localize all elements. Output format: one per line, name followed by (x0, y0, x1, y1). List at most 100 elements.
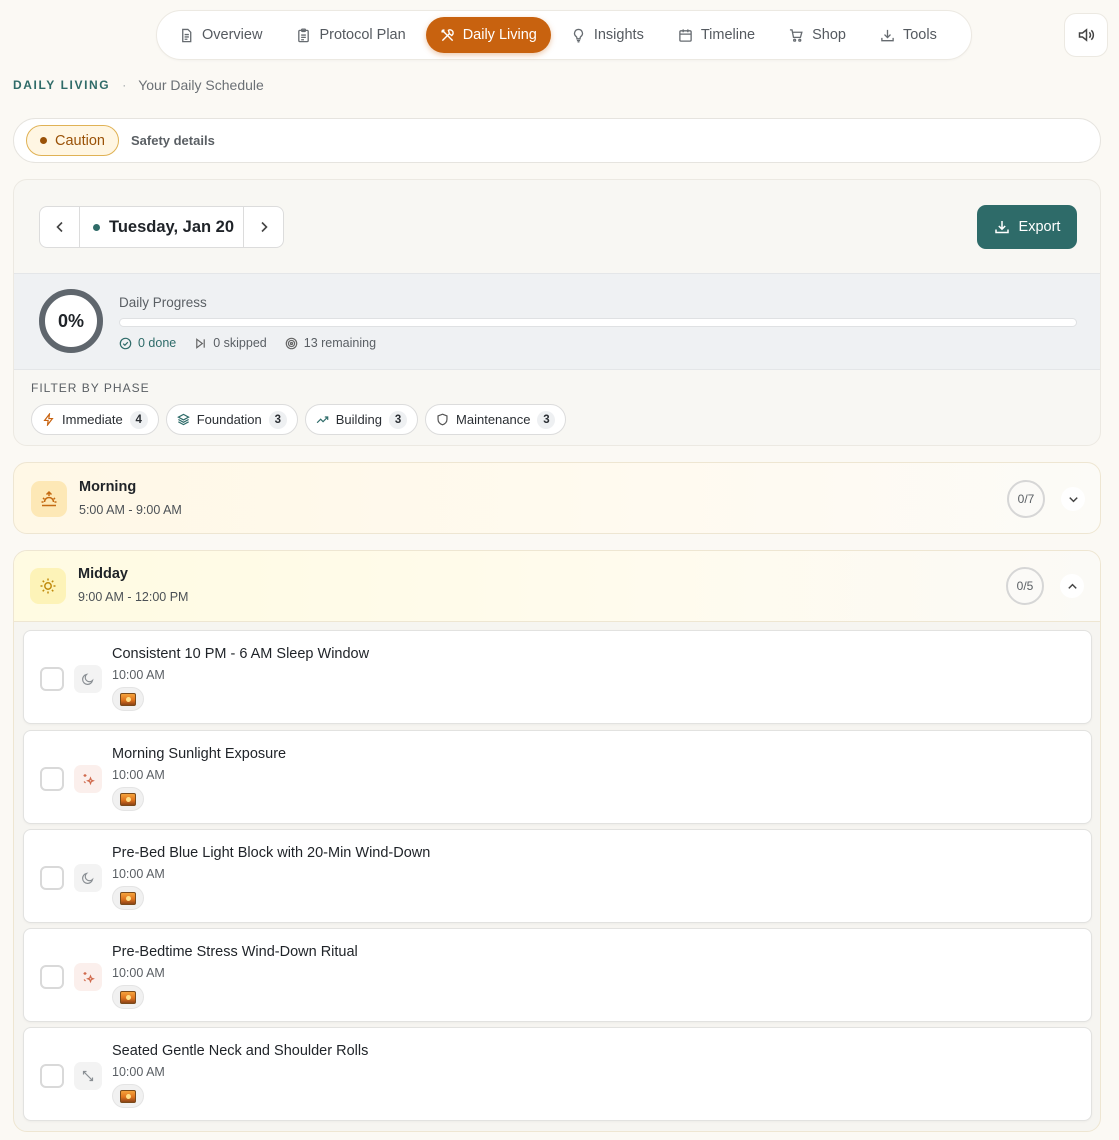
export-button[interactable]: Export (977, 205, 1077, 249)
sunset-image-icon (112, 1084, 144, 1108)
safety-bar: Caution Safety details (13, 118, 1101, 163)
chevron-left-icon (53, 220, 67, 234)
breadcrumb-section: DAILY LIVING (13, 78, 111, 92)
task-name: Consistent 10 PM - 6 AM Sleep Window (112, 646, 370, 662)
schedule-card: Tuesday, Jan 20 Export 0% Daily Progress (13, 179, 1101, 446)
tab-label: Overview (202, 27, 263, 43)
breadcrumb-separator: · (122, 78, 127, 92)
tab-label: Insights (593, 27, 644, 43)
block-time-range: 5:00 AM - 9:00 AM (79, 503, 182, 517)
phase-filter-immediate[interactable]: Immediate 4 (31, 404, 159, 435)
download-icon (994, 219, 1010, 235)
tab-tools[interactable]: Tools (866, 17, 951, 53)
stretch-icon (74, 1062, 102, 1090)
expand-morning-button[interactable] (1061, 487, 1085, 511)
moon-icon (74, 665, 102, 693)
task-name: Morning Sunlight Exposure (112, 746, 287, 762)
task-checkbox[interactable] (40, 965, 64, 989)
task-checkbox[interactable] (40, 667, 64, 691)
sparkle-icon (74, 765, 102, 793)
date-label: Tuesday, Jan 20 (109, 217, 235, 236)
current-date: Tuesday, Jan 20 (80, 218, 243, 237)
sunset-image-icon (112, 985, 144, 1009)
task-card[interactable]: Consistent 10 PM - 6 AM Sleep Window 10:… (23, 630, 1092, 724)
progress-percent: 0% (57, 310, 84, 331)
sparkle-icon (74, 963, 102, 991)
task-time: 10:00 AM (112, 668, 165, 682)
task-card[interactable]: Seated Gentle Neck and Shoulder Rolls 10… (23, 1027, 1092, 1121)
document-icon (179, 28, 194, 43)
calendar-icon (678, 28, 693, 43)
utensils-icon (440, 28, 455, 43)
chevron-up-icon (1066, 580, 1079, 593)
task-checkbox[interactable] (40, 866, 64, 890)
caution-badge[interactable]: Caution (26, 125, 119, 156)
previous-day-button[interactable] (40, 207, 80, 247)
phase-filter-foundation[interactable]: Foundation 3 (165, 404, 298, 435)
time-block-morning[interactable]: Morning 5:00 AM - 9:00 AM 0/7 (13, 462, 1101, 534)
phase-label: Foundation (196, 412, 262, 427)
download-icon (880, 28, 895, 43)
block-title: Morning (79, 479, 137, 495)
tab-daily-living[interactable]: Daily Living (425, 17, 551, 53)
collapse-midday-button[interactable] (1060, 574, 1084, 598)
breadcrumb: DAILY LIVING · Your Daily Schedule (13, 77, 264, 93)
phase-filter-building[interactable]: Building 3 (304, 404, 419, 435)
progress-ring: 0% (39, 289, 103, 353)
sunset-image-icon (112, 687, 144, 711)
task-time: 10:00 AM (112, 1065, 165, 1079)
tab-protocol-plan[interactable]: Protocol Plan (282, 17, 419, 53)
done-count: 0 done (138, 336, 177, 350)
next-day-button[interactable] (243, 207, 283, 247)
export-label: Export (1018, 219, 1061, 235)
today-dot-icon (93, 223, 100, 231)
task-name: Seated Gentle Neck and Shoulder Rolls (112, 1043, 369, 1059)
tab-label: Tools (902, 27, 937, 43)
tab-overview[interactable]: Overview (165, 17, 276, 53)
task-checkbox[interactable] (40, 767, 64, 791)
skipped-stat: 0 skipped (194, 336, 267, 350)
caution-dot-icon (40, 137, 47, 144)
filter-label: FILTER BY PHASE (31, 381, 150, 395)
lightbulb-icon (571, 28, 586, 43)
midday-header[interactable]: Midday 9:00 AM - 12:00 PM 0/5 (14, 551, 1100, 622)
trending-up-icon (316, 413, 329, 426)
safety-details-link[interactable]: Safety details (131, 133, 215, 148)
daily-progress: 0% Daily Progress 0 done 0 skipped 13 re… (14, 273, 1100, 370)
clipboard-icon (296, 27, 311, 43)
task-card[interactable]: Pre-Bedtime Stress Wind-Down Ritual 10:0… (23, 928, 1092, 1022)
task-name: Pre-Bed Blue Light Block with 20-Min Win… (112, 845, 431, 861)
tab-insights[interactable]: Insights (557, 17, 658, 53)
tab-label: Timeline (700, 27, 756, 43)
phase-count: 3 (537, 410, 556, 429)
remaining-count: 13 remaining (303, 336, 377, 350)
tab-label: Shop (812, 27, 846, 43)
task-card[interactable]: Pre-Bed Blue Light Block with 20-Min Win… (23, 829, 1092, 923)
done-stat: 0 done (119, 336, 176, 350)
block-title: Midday (78, 566, 128, 582)
sunset-image-icon (112, 886, 144, 910)
phase-filter-maintenance[interactable]: Maintenance 3 (425, 404, 567, 435)
remaining-stat: 13 remaining (285, 336, 376, 350)
tab-timeline[interactable]: Timeline (664, 17, 769, 53)
task-name: Pre-Bedtime Stress Wind-Down Ritual (112, 944, 358, 960)
moon-icon (74, 864, 102, 892)
block-time-range: 9:00 AM - 12:00 PM (78, 590, 189, 604)
task-card[interactable]: Morning Sunlight Exposure 10:00 AM (23, 730, 1092, 824)
task-time: 10:00 AM (112, 867, 165, 881)
progress-title: Daily Progress (119, 295, 207, 310)
progress-stats: 0 done 0 skipped 13 remaining (119, 336, 376, 350)
tab-label: Protocol Plan (319, 27, 406, 43)
layers-icon (176, 413, 190, 426)
date-navigator: Tuesday, Jan 20 (39, 206, 284, 248)
shield-icon (436, 413, 449, 426)
sunset-image-icon (112, 787, 144, 811)
sunrise-icon (31, 481, 67, 517)
check-circle-icon (119, 337, 132, 350)
phase-label: Building (335, 412, 383, 427)
tab-shop[interactable]: Shop (775, 17, 860, 53)
time-block-midday: Midday 9:00 AM - 12:00 PM 0/5 Consistent… (13, 550, 1101, 1132)
task-time: 10:00 AM (112, 768, 165, 782)
task-checkbox[interactable] (40, 1064, 64, 1088)
sound-toggle-button[interactable] (1064, 13, 1108, 57)
